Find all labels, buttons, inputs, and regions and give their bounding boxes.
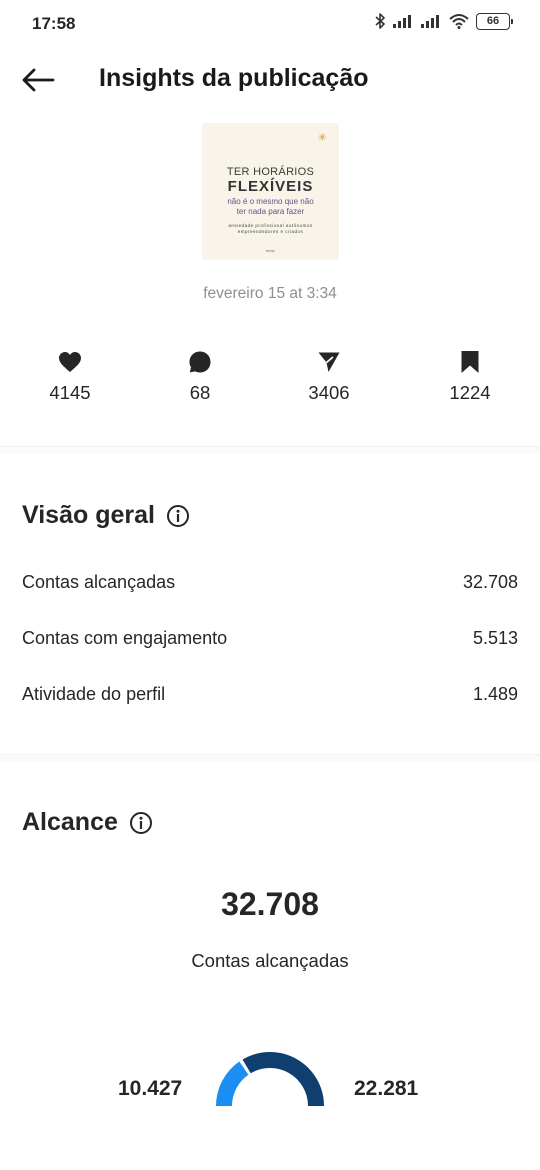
comments-stat: 68 — [155, 348, 245, 404]
send-icon — [318, 352, 340, 372]
donut-segment-left — [216, 1061, 249, 1106]
metric-row-accounts-reached[interactable]: Contas alcançadas 32.708 — [22, 562, 518, 602]
heart-icon — [59, 352, 81, 372]
thumbnail-line: FLEXÍVEIS — [227, 178, 314, 195]
post-thumbnail[interactable]: ✳ TER HORÁRIOS FLEXÍVEIS não é o mesmo q… — [202, 123, 339, 260]
reach-followers-value: 10.427 — [118, 1077, 183, 1100]
info-icon[interactable] — [129, 811, 153, 835]
reach-title-text: Alcance — [22, 808, 118, 836]
reach-non-followers-value: 22.281 — [354, 1077, 419, 1100]
metric-value: 1.489 — [472, 683, 518, 704]
shares-count: 3406 — [308, 382, 350, 403]
engagement-stats: 4145 68 3406 1224 — [0, 348, 540, 408]
status-time: 17:58 — [32, 14, 76, 33]
metric-row-profile-activity[interactable]: Atividade do perfil 1.489 — [22, 674, 518, 714]
overview-title: Visão geral — [22, 501, 190, 530]
back-button[interactable] — [18, 62, 58, 98]
metric-value: 5.513 — [472, 627, 518, 648]
reach-title: Alcance — [22, 808, 153, 837]
app-header: Insights da publicação — [0, 52, 540, 108]
wifi-icon — [449, 14, 469, 29]
thumbnail-line: ansiedade profissional autônomos — [228, 223, 313, 228]
status-bar: 17:58 66 — [0, 0, 540, 48]
arrow-left-icon — [22, 68, 55, 92]
metric-row-accounts-engaged[interactable]: Contas com engajamento 5.513 — [22, 618, 518, 658]
metric-label: Contas alcançadas — [22, 571, 176, 592]
thumbnail-line: beeye — [265, 249, 276, 253]
likes-stat: 4145 — [25, 348, 115, 404]
post-date: fevereiro 15 at 3:34 — [203, 285, 337, 302]
likes-count: 4145 — [49, 382, 91, 403]
shares-stat: 3406 — [284, 348, 374, 404]
metric-label: Contas com engajamento — [22, 627, 228, 648]
comments-count: 68 — [189, 382, 211, 403]
bluetooth-icon — [375, 13, 385, 29]
battery-level: 66 — [486, 15, 500, 27]
comment-icon — [189, 351, 211, 373]
page-title: Insights da publicação — [99, 64, 369, 92]
battery-icon: 66 — [476, 12, 513, 30]
section-divider — [0, 446, 540, 454]
thumbnail-line: ter nada para fazer — [236, 207, 305, 216]
metric-value: 32.708 — [462, 571, 518, 592]
signal-icon — [421, 15, 439, 28]
reach-total: 32.708 — [221, 886, 319, 922]
thumbnail-line: empreendedores e criados — [237, 229, 304, 234]
reach-donut-chart — [216, 1048, 324, 1106]
sparkle-icon: ✳ — [317, 132, 327, 144]
metric-label: Atividade do perfil — [22, 683, 166, 704]
bookmark-icon — [461, 351, 479, 373]
status-icons: 66 — [374, 12, 513, 30]
info-icon[interactable] — [166, 504, 190, 528]
signal-icon — [393, 15, 411, 28]
saves-stat: 1224 — [425, 348, 515, 404]
overview-title-text: Visão geral — [22, 501, 155, 529]
saves-count: 1224 — [449, 382, 491, 403]
thumbnail-line: não é o mesmo que não — [227, 197, 314, 206]
thumbnail-line: TER HORÁRIOS — [226, 166, 315, 178]
reach-caption: Contas alcançadas — [191, 950, 349, 971]
donut-segment-right — [242, 1052, 324, 1106]
section-divider — [0, 754, 540, 762]
